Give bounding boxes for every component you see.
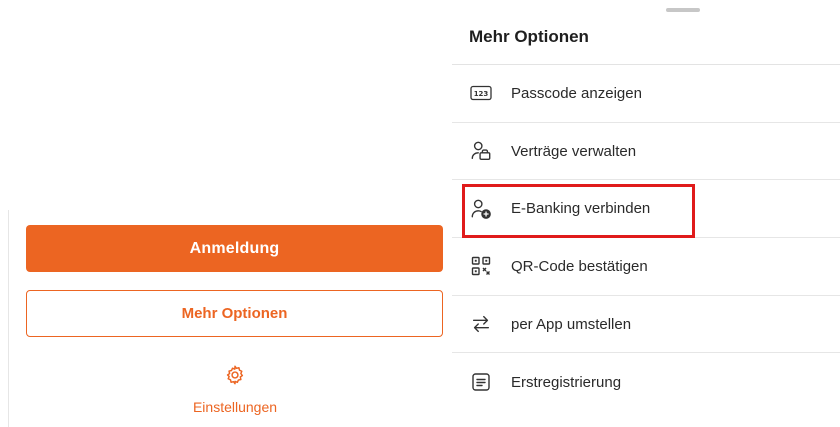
pane-border [8,210,9,427]
options-menu: 123 Passcode anzeigen Verträge verwalten [452,65,840,411]
passcode-123-icon: 123 [469,81,493,105]
menu-item-switch-app[interactable]: per App umstellen [452,296,840,354]
more-options-button[interactable]: Mehr Optionen [26,290,443,337]
menu-item-registration[interactable]: Erstregistrierung [452,353,840,411]
login-button[interactable]: Anmeldung [26,225,443,272]
user-card-icon [469,139,493,163]
menu-item-label: per App umstellen [511,315,632,333]
sheet-title: Mehr Optionen [469,27,589,46]
sheet-drag-handle[interactable] [666,8,700,12]
login-pane: Anmeldung Mehr Optionen Einstellungen [0,0,450,427]
settings-label: Einstellungen [192,399,278,415]
app-screen: Anmeldung Mehr Optionen Einstellungen Me… [0,0,840,427]
user-plus-icon [469,197,493,221]
menu-item-label: QR-Code bestätigen [511,257,648,275]
menu-item-label: E-Banking verbinden [511,200,651,218]
menu-item-qr-code[interactable]: QR-Code bestätigen [452,238,840,296]
settings-link[interactable]: Einstellungen [140,363,330,423]
menu-item-label: Erstregistrierung [511,373,622,391]
qr-code-icon [469,254,493,278]
menu-item-label: Verträge verwalten [511,142,637,160]
menu-item-ebanking[interactable]: E-Banking verbinden [452,180,840,239]
menu-item-passcode[interactable]: 123 Passcode anzeigen [452,65,840,123]
menu-item-contracts[interactable]: Verträge verwalten [452,123,840,181]
swap-arrows-icon [469,312,493,336]
menu-item-label: Passcode anzeigen [511,84,642,102]
svg-text:123: 123 [474,90,489,98]
gear-icon [223,363,247,387]
form-icon [469,370,493,394]
more-options-sheet: Mehr Optionen 123 Passcode anzeigen Vert… [452,0,840,427]
